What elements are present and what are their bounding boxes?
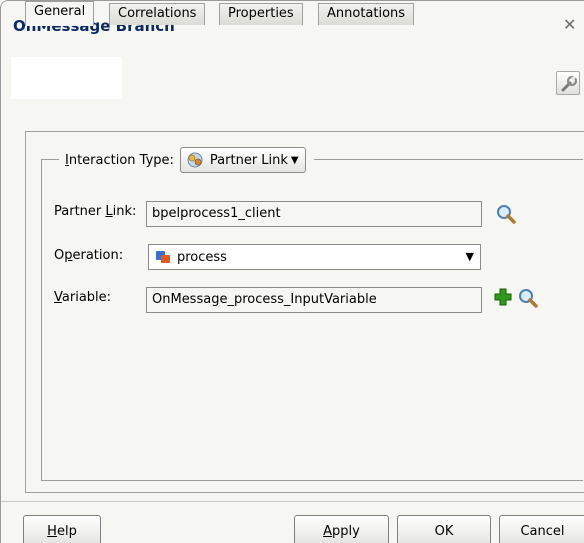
banner-area <box>11 57 122 99</box>
tab-general[interactable]: General <box>25 1 95 26</box>
tab-properties[interactable]: Properties <box>219 3 303 25</box>
variable-label: Variable: <box>54 290 112 305</box>
partner-link-field[interactable]: bpelprocess1_client <box>146 201 482 227</box>
bottom-separator <box>1 501 584 502</box>
operation-label: Operation: <box>54 248 124 263</box>
interaction-type-legend: Interaction Type: Partner Link ▼ <box>59 146 314 174</box>
magnifier-icon[interactable] <box>517 287 539 309</box>
partner-link-label: Partner Link: <box>54 204 137 219</box>
magnifier-icon[interactable] <box>495 203 517 225</box>
chevron-down-icon: ▼ <box>465 250 474 263</box>
cancel-button[interactable]: Cancel <box>499 515 584 543</box>
apply-button[interactable]: Apply <box>294 515 389 543</box>
help-button[interactable]: Help <box>23 515 101 543</box>
operation-icon <box>156 251 170 263</box>
wrench-icon <box>561 75 578 92</box>
partner-link-icon <box>187 152 203 168</box>
ok-button[interactable]: OK <box>397 515 491 543</box>
operation-value: process <box>177 249 227 265</box>
operation-select[interactable]: process ▼ <box>148 244 481 270</box>
plus-icon[interactable] <box>493 287 513 307</box>
onmessage-branch-dialog: OnMessage Branch ✕ General Correlations … <box>0 0 584 543</box>
interaction-type-dropdown[interactable]: Partner Link ▼ <box>179 147 306 173</box>
tab-annotations[interactable]: Annotations <box>318 3 415 25</box>
interaction-type-value: Partner Link <box>209 152 288 168</box>
wrench-button[interactable] <box>556 71 580 95</box>
variable-field[interactable]: OnMessage_process_InputVariable <box>146 287 482 313</box>
tab-correlations[interactable]: Correlations <box>109 3 206 25</box>
chevron-down-icon: ▼ <box>290 154 299 166</box>
close-icon[interactable]: ✕ <box>563 17 576 33</box>
interaction-type-label: Interaction Type: <box>65 152 174 168</box>
